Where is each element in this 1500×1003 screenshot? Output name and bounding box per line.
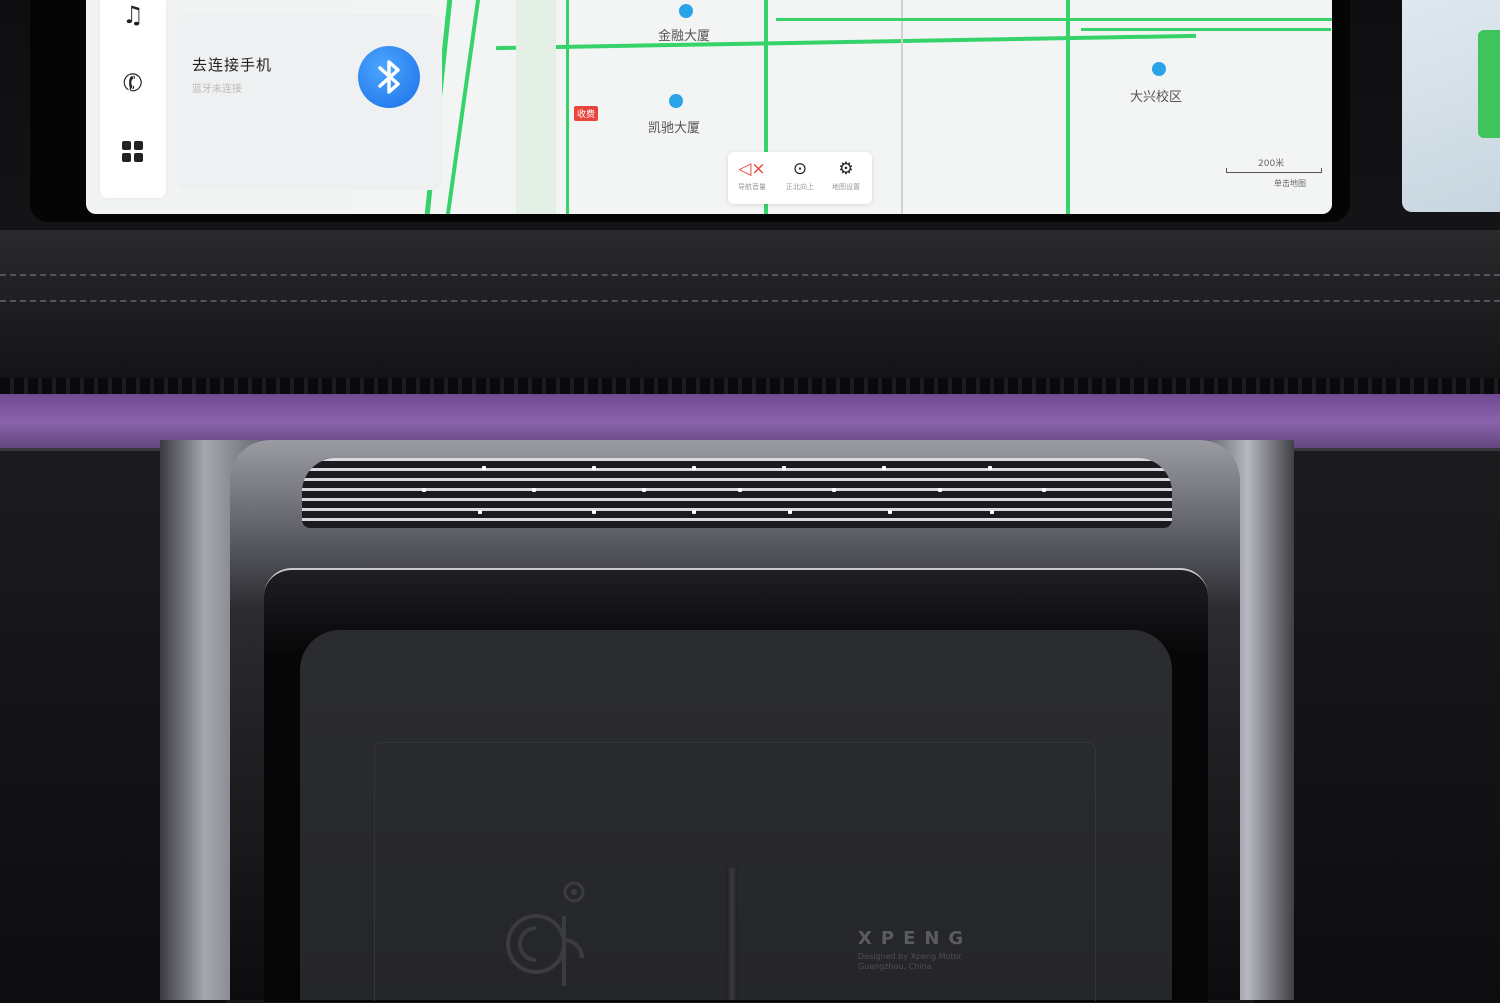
leather-dash-trim [0,230,1500,380]
map-road [1081,28,1331,31]
qi-wireless-charging-logo [506,881,585,986]
poi-pin-icon[interactable] [1152,62,1166,76]
bluetooth-card-subtitle: 蓝牙未连接 [192,84,242,95]
map-road [445,0,481,214]
brand-logo: XPENG [858,928,973,949]
phone-icon[interactable]: ✆ [114,64,152,102]
tool-label: 地图设置 [832,183,860,191]
poi-label[interactable]: 金融大厦 [658,25,710,44]
north-up-button[interactable]: ⊙ 正北向上 [778,158,822,192]
map-road [776,18,1332,21]
map-park [516,0,556,214]
mute-icon: ◁× [738,159,766,179]
status-indicator [1478,30,1500,138]
air-vent-grille [302,458,1172,528]
poi-label[interactable]: 大兴校区 [1130,86,1182,105]
music-note-icon[interactable]: ♫ [118,0,148,30]
toll-badge: 收费 [574,106,599,121]
map-toolbar: ◁× 导航音量 ⊙ 正北向上 ⚙ 地图设置 [728,152,872,204]
navigation-map[interactable]: 金融大厦 凯驰大厦 大兴校区 群 收费 200米 单击地图 ◁× 导航音量 ⊙ … [356,0,1332,214]
map-settings-button[interactable]: ⚙ 地图设置 [824,158,868,192]
center-display: 金融大厦 凯驰大厦 大兴校区 群 收费 200米 单击地图 ◁× 导航音量 ⊙ … [86,0,1332,214]
map-scale-bar [1226,168,1322,173]
map-road [1066,0,1070,214]
apps-grid-icon[interactable] [122,141,144,163]
tool-label: 正北向上 [786,183,814,191]
poi-pin-icon[interactable] [669,94,683,108]
poi-pin-icon[interactable] [679,4,693,18]
bluetooth-icon [378,60,400,94]
stitching [0,300,1500,302]
stitching [0,274,1500,276]
bluetooth-card-title: 去连接手机 [192,56,273,74]
map-road [496,33,1196,51]
app-sidebar: ♫ ✆ [100,0,166,198]
tool-label: 导航音量 [738,183,766,191]
bluetooth-card[interactable]: 去连接手机 蓝牙未连接 [176,14,442,190]
map-road [566,0,569,214]
phone-stop-ridge [726,868,738,1000]
poi-label[interactable]: 凯驰大厦 [648,117,700,136]
bluetooth-button[interactable] [358,46,420,108]
compass-icon: ⊙ [792,159,808,179]
nav-volume-button[interactable]: ◁× 导航音量 [730,158,774,192]
settings-icon: ⚙ [838,159,854,179]
map-scale-sublabel: 单击地图 [1274,179,1306,188]
passenger-display [1402,0,1500,212]
brand-subtext: Designed by Xpeng Motor Guangzhou, China [858,952,962,971]
map-road [901,0,903,214]
